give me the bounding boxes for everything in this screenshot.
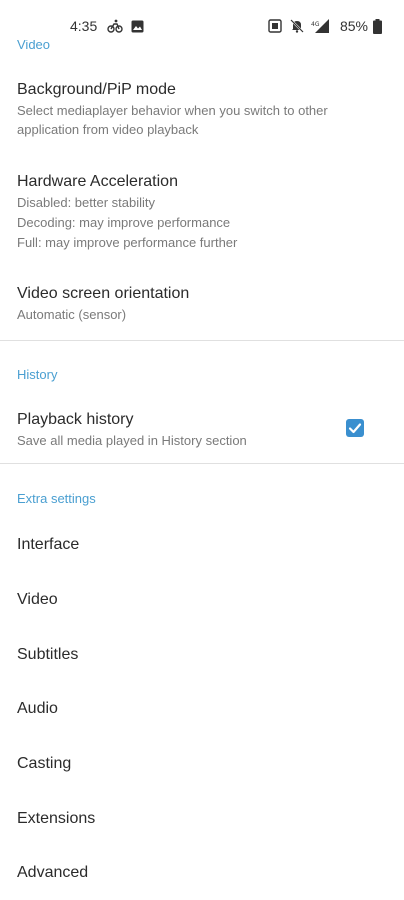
extra-item-interface[interactable]: Interface xyxy=(17,536,79,554)
bell-off-icon xyxy=(290,18,304,34)
signal-icon: 4G xyxy=(311,18,331,34)
extra-item-casting[interactable]: Casting xyxy=(17,755,71,773)
pref-title: Playback history xyxy=(17,411,134,428)
pref-summary: application from video playback xyxy=(17,122,199,137)
sim-card-icon xyxy=(268,18,282,34)
section-header-history: History xyxy=(17,367,58,382)
pref-playback-history[interactable]: Playback history Save all media played i… xyxy=(0,402,404,454)
status-bar: 4:35 4G 85% xyxy=(0,0,404,40)
battery-percent: 85% xyxy=(339,18,368,34)
divider xyxy=(0,463,404,464)
pref-title: Hardware Acceleration xyxy=(17,173,178,190)
pref-summary: Automatic (sensor) xyxy=(17,307,127,322)
section-header-extra-settings: Extra settings xyxy=(17,491,96,506)
pref-hardware-acceleration[interactable]: Hardware Acceleration Disabled: better s… xyxy=(0,164,404,256)
svg-text:4G: 4G xyxy=(311,21,320,28)
image-icon xyxy=(131,18,144,34)
pref-summary: Disabled: better stability xyxy=(17,195,156,210)
extra-item-subtitles[interactable]: Subtitles xyxy=(17,646,78,664)
extra-item-extensions[interactable]: Extensions xyxy=(17,810,95,828)
extra-item-video[interactable]: Video xyxy=(17,591,58,609)
divider xyxy=(0,340,404,341)
battery-icon xyxy=(373,18,382,34)
pref-summary: Full: may improve performance further xyxy=(17,235,238,250)
cycling-icon xyxy=(107,18,123,34)
extra-item-audio[interactable]: Audio xyxy=(17,700,58,718)
playback-history-checkbox[interactable] xyxy=(346,419,364,437)
pref-summary: Save all media played in History section xyxy=(17,433,247,448)
pref-summary: Decoding: may improve performance xyxy=(17,215,231,230)
pref-title: Video screen orientation xyxy=(17,285,190,302)
pref-title: Background/PiP mode xyxy=(17,81,176,98)
checkmark-icon xyxy=(348,423,362,434)
pref-background-pip[interactable]: Background/PiP mode Select mediaplayer b… xyxy=(0,72,404,144)
extra-item-advanced[interactable]: Advanced xyxy=(17,864,88,882)
pref-video-orientation[interactable]: Video screen orientation Automatic (sens… xyxy=(0,276,404,332)
status-time: 4:35 xyxy=(70,18,98,34)
pref-summary: Select mediaplayer behavior when you swi… xyxy=(17,103,328,118)
